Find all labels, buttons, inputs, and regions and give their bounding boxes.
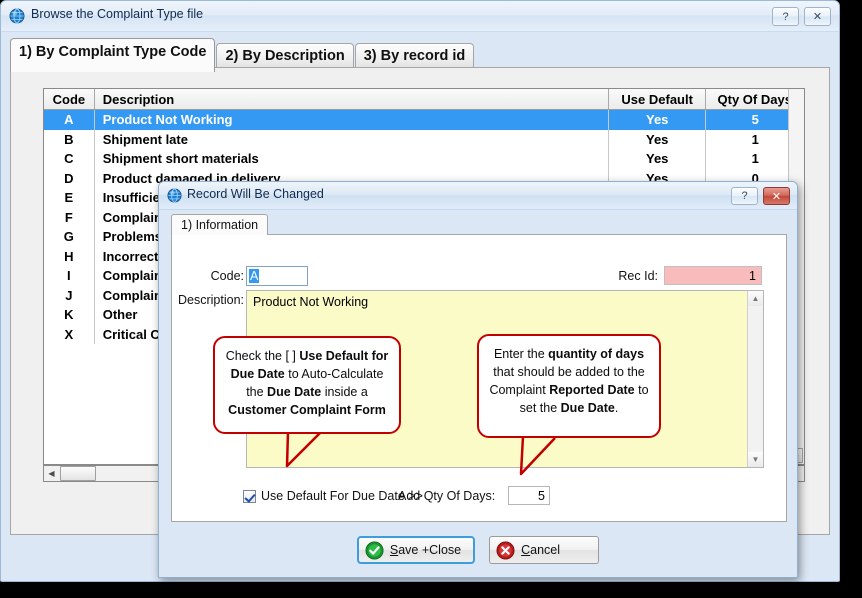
- callout-use-default: Check the [ ] Use Default for Due Date t…: [213, 336, 401, 434]
- save-and-close-label: Save +Close: [390, 543, 461, 557]
- callout-qty-of-days: Enter the quantity of days that should b…: [477, 334, 661, 438]
- callout-emphasis: Customer Complaint Form: [228, 403, 386, 417]
- code-input-value: A: [249, 269, 259, 283]
- description-value: Product Not Working: [253, 295, 368, 309]
- rec-id-field: 1: [664, 266, 762, 285]
- description-scrollbar[interactable]: ▲ ▼: [747, 291, 763, 467]
- cancel-button[interactable]: Cancel: [489, 536, 599, 564]
- rec-id-label: Rec Id:: [600, 269, 658, 283]
- callout-text: .: [615, 401, 618, 415]
- callout-emphasis: Due Date: [267, 385, 321, 399]
- description-scroll-up-arrow[interactable]: ▲: [748, 291, 763, 306]
- use-default-checkbox-row[interactable]: Use Default For Due Date >>: [243, 489, 423, 503]
- save-and-close-button[interactable]: Save +Close: [357, 536, 475, 564]
- callout-emphasis: Use Default: [299, 349, 368, 363]
- callout-emphasis: Due Date: [561, 401, 615, 415]
- callout-text: inside a: [321, 385, 368, 399]
- code-input[interactable]: A: [246, 266, 308, 286]
- use-default-checkbox[interactable]: [243, 490, 256, 503]
- callout-text: Enter the: [494, 347, 548, 361]
- add-qty-of-days-input[interactable]: 5: [508, 486, 550, 505]
- description-scroll-down-arrow[interactable]: ▼: [748, 452, 763, 467]
- dialog-button-row: Save +Close Cancel: [158, 536, 798, 564]
- dialog-fields-layer: Code: A Rec Id: 1 Description: Product N…: [0, 0, 862, 598]
- callout-emphasis: Reported Date: [549, 383, 634, 397]
- add-qty-of-days-label: Add Qty Of Days:: [398, 489, 495, 503]
- description-label: Description:: [178, 293, 242, 307]
- callout-text: Check the [ ]: [226, 349, 300, 363]
- callout-emphasis: quantity of days: [548, 347, 644, 361]
- check-circle-icon: [365, 541, 384, 560]
- screenshot-root: Browse the Complaint Type file ? ✕ 1) By…: [0, 0, 862, 598]
- x-circle-icon: [496, 541, 515, 560]
- code-label: Code:: [184, 269, 244, 283]
- cancel-label: Cancel: [521, 543, 560, 557]
